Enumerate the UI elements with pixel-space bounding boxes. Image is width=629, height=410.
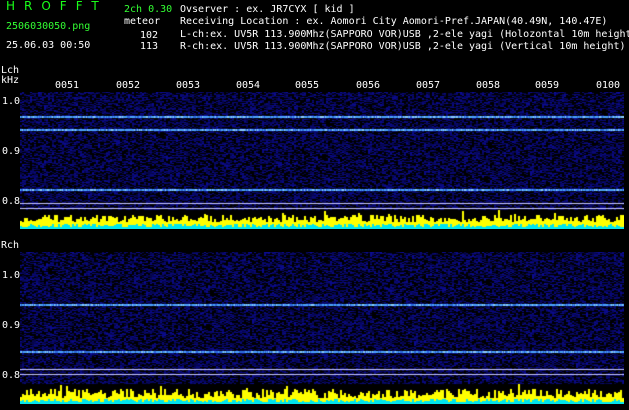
- observer-line: Ovserver : ex. JR7CYX [ kid ]: [180, 4, 355, 15]
- time-tick-0058: 0058: [476, 80, 501, 91]
- time-tick-0053: 0053: [176, 80, 201, 91]
- lch-spectrogram: [20, 92, 624, 229]
- rch-ytick-0-8: 0.8: [2, 370, 21, 381]
- meteor-label: meteor: [124, 16, 161, 27]
- time-tick-0052: 0052: [116, 80, 141, 91]
- app-logo: HROFFT: [6, 0, 108, 13]
- time-tick-0051: 0051: [55, 80, 80, 91]
- time-tick-0056: 0056: [356, 80, 381, 91]
- time-tick-0054: 0054: [236, 80, 261, 91]
- rch-ytick-1-0: 1.0: [2, 270, 21, 281]
- time-tick-0100: 0100: [596, 80, 621, 91]
- rch-count: 113: [140, 41, 159, 52]
- rch-spectrogram-canvas: [20, 252, 624, 404]
- lch-spectrogram-canvas: [20, 92, 624, 229]
- rch-spectrogram: [20, 252, 624, 404]
- lch-count: 102: [140, 30, 159, 41]
- rch-ytick-0-9: 0.9: [2, 320, 21, 331]
- time-tick-0055: 0055: [295, 80, 320, 91]
- rch-label: Rch: [1, 240, 20, 251]
- lch-ytick-0-9: 0.9: [2, 146, 21, 157]
- location-line: Receiving Location : ex. Aomori City Aom…: [180, 16, 608, 27]
- lch-unit-label: kHz: [1, 75, 20, 86]
- rch-info-line: R-ch:ex. UV5R 113.900Mhz(SAPPORO VOR)USB…: [180, 41, 626, 52]
- lch-info-line: L-ch:ex. UV5R 113.900Mhz(SAPPORO VOR)USB…: [180, 29, 629, 40]
- hrofft-screen: HROFFT 2ch 0.30 2506030050.png meteor 25…: [0, 0, 629, 410]
- lch-ytick-0-8: 0.8: [2, 196, 21, 207]
- time-tick-0057: 0057: [416, 80, 441, 91]
- datetime-label: 25.06.03 00:50: [6, 40, 91, 51]
- version-label: 2ch 0.30: [124, 4, 173, 15]
- time-tick-0059: 0059: [535, 80, 560, 91]
- filename-label: 2506030050.png: [6, 21, 91, 32]
- lch-ytick-1-0: 1.0: [2, 96, 21, 107]
